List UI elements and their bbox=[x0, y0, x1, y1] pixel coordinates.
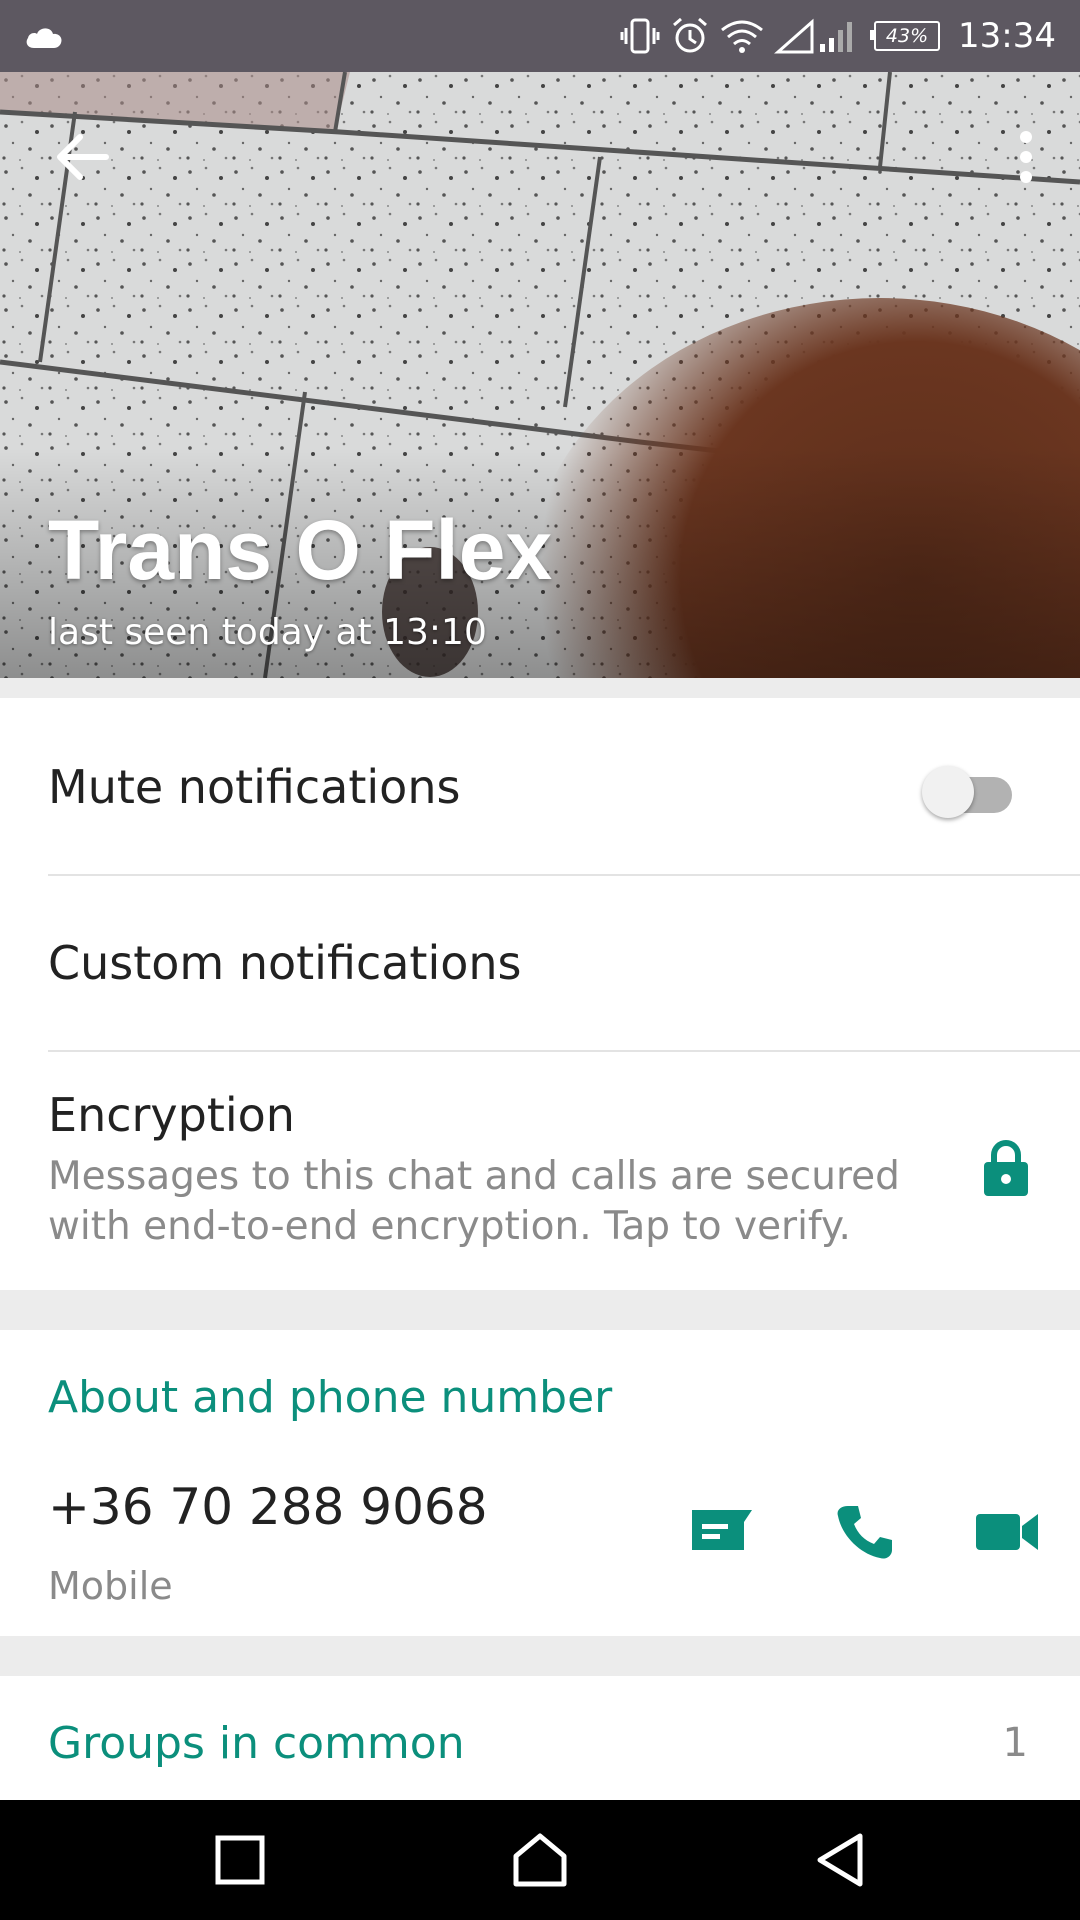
signal-icon bbox=[774, 18, 853, 54]
back-icon[interactable] bbox=[810, 1830, 870, 1890]
home-icon[interactable] bbox=[510, 1830, 570, 1890]
contact-name: Trans O Flex bbox=[48, 503, 553, 597]
message-icon[interactable] bbox=[688, 1502, 756, 1562]
encryption-row[interactable]: Encryption Messages to this chat and cal… bbox=[48, 1052, 1080, 1290]
encryption-title: Encryption bbox=[48, 1088, 295, 1142]
last-seen-status: last seen today at 13:10 bbox=[48, 612, 487, 653]
about-section-title: About and phone number bbox=[48, 1372, 613, 1423]
wifi-icon bbox=[721, 20, 763, 53]
mute-notifications-toggle[interactable] bbox=[922, 760, 1012, 820]
status-bar: 43% 13:34 bbox=[0, 0, 1080, 72]
call-icon[interactable] bbox=[834, 1502, 894, 1562]
clock: 13:34 bbox=[958, 16, 1056, 56]
groups-in-common-label: Groups in common bbox=[48, 1718, 465, 1769]
navigation-bar bbox=[0, 1800, 1080, 1920]
phone-type: Mobile bbox=[48, 1564, 173, 1608]
custom-notifications-label: Custom notifications bbox=[48, 936, 522, 990]
battery-level: 43% bbox=[885, 25, 929, 47]
groups-count: 1 bbox=[1002, 1720, 1028, 1766]
about-card: About and phone number +36 70 288 9068 M… bbox=[0, 1330, 1080, 1636]
profile-header[interactable]: Trans O Flex last seen today at 13:10 bbox=[0, 72, 1080, 678]
toggle-thumb bbox=[922, 766, 974, 818]
lock-icon bbox=[984, 1140, 1028, 1196]
custom-notifications-row[interactable]: Custom notifications bbox=[48, 876, 1080, 1050]
groups-in-common-row[interactable]: Groups in common 1 bbox=[0, 1676, 1080, 1806]
alarm-icon bbox=[673, 17, 707, 53]
back-arrow-icon[interactable] bbox=[52, 127, 112, 187]
mute-notifications-label: Mute notifications bbox=[48, 760, 461, 814]
more-options-icon[interactable] bbox=[1006, 127, 1046, 187]
cloud-icon bbox=[26, 28, 62, 48]
recents-icon[interactable] bbox=[210, 1830, 270, 1890]
encryption-description: Messages to this chat and calls are secu… bbox=[48, 1154, 900, 1249]
battery-icon: 43% bbox=[870, 21, 941, 51]
vibrate-icon bbox=[620, 18, 660, 54]
video-call-icon[interactable] bbox=[976, 1502, 1040, 1562]
chat-settings-card: Mute notifications Custom notifications … bbox=[0, 698, 1080, 1290]
phone-number[interactable]: +36 70 288 9068 bbox=[48, 1478, 488, 1536]
mute-notifications-row[interactable]: Mute notifications bbox=[48, 698, 1080, 874]
